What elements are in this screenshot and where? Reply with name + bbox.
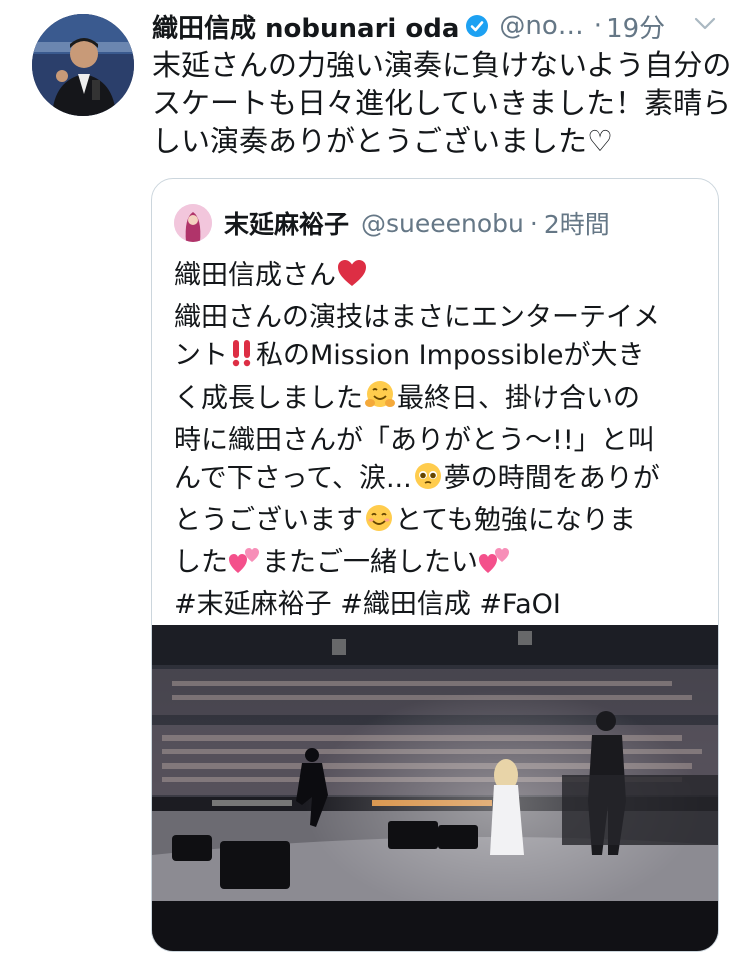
- quoted-author-handle: @sueeenobu: [361, 208, 524, 238]
- tweet-timestamp[interactable]: 19分: [606, 8, 665, 45]
- smiling-face-emoji-icon: [363, 503, 395, 544]
- text-line: 織田さんの演技はまさにエンターテイメ: [174, 299, 704, 337]
- chevron-down-icon[interactable]: [692, 14, 718, 34]
- text-line: 時に織田さんが「ありがとう〜!!」と叫: [174, 422, 704, 460]
- text-segment: した: [174, 547, 228, 578]
- text-segment: んで下さって、涙...: [174, 463, 412, 494]
- text-segment: とても勉強になりま: [395, 505, 636, 536]
- text-line: とうございます とても勉強になりま: [174, 502, 704, 544]
- quoted-tweet-text: 織田信成さん 織田さんの演技はまさにエンターテイメ ント 私のMission Im…: [174, 257, 704, 624]
- author-avatar[interactable]: [32, 14, 134, 116]
- text-segment: 織田信成さん: [174, 260, 336, 291]
- text-segment: 私のMission Impossibleが大き: [256, 340, 645, 371]
- quoted-tweet[interactable]: 末延麻裕子 @sueeenobu · 2時間 織田信成さん 織田さんの演技はまさ…: [151, 178, 719, 952]
- tweet-header: 織田信成 nobunari oda @no… · 19分: [152, 6, 732, 46]
- text-segment: 時に織田さんが「ありがとう〜!!」と叫: [174, 425, 655, 456]
- tweet-text: 末延さんの力強い演奏に負けないよう自分の スケートも日々進化していきました！素晴…: [152, 48, 732, 158]
- red-heart-emoji-icon: [336, 258, 368, 299]
- text-line: んで下さって、涙... 夢の時間をありが: [174, 460, 704, 502]
- separator-dot: ·: [529, 208, 538, 238]
- text-line: した またご一緒したい: [174, 544, 704, 586]
- pleading-face-emoji-icon: [412, 461, 444, 502]
- text-line: ント 私のMission Impossibleが大き: [174, 337, 704, 379]
- text-segment: 最終日、掛け合いの: [397, 383, 640, 414]
- two-hearts-emoji-icon: [228, 545, 262, 586]
- text-segment: く成長しました: [174, 383, 363, 414]
- hugging-face-emoji-icon: [363, 379, 397, 422]
- text-segment: 織田さんの演技はまさにエンターテイメ: [174, 302, 660, 333]
- quoted-tweet-header: 末延麻裕子 @sueeenobu · 2時間: [174, 203, 610, 243]
- separator-dot: ·: [593, 11, 603, 41]
- hashtags[interactable]: #末延麻裕子 #織田信成 #FaOI: [174, 586, 704, 624]
- text-line: く成長しました 最終日、掛け合いの: [174, 379, 704, 422]
- text-segment: またご一緒したい: [262, 547, 478, 578]
- tweet: 織田信成 nobunari oda @no… · 19分 末延さんの力強い演奏に…: [0, 0, 750, 962]
- quoted-author-avatar: [174, 204, 212, 242]
- text-segment: ント: [174, 340, 228, 371]
- text-segment: 夢の時間をありが: [443, 463, 660, 494]
- double-exclamation-emoji-icon: [228, 338, 256, 379]
- quoted-tweet-timestamp: 2時間: [543, 210, 610, 239]
- quoted-tweet-photo[interactable]: [152, 625, 718, 951]
- text-line: 織田信成さん: [174, 257, 704, 299]
- two-hearts-emoji-icon: [478, 545, 512, 586]
- author-handle[interactable]: @no…: [499, 11, 583, 41]
- text-segment: とうございます: [174, 505, 363, 536]
- quoted-author-name: 末延麻裕子: [224, 210, 350, 239]
- verified-badge-icon: [465, 14, 489, 38]
- author-name[interactable]: 織田信成 nobunari oda: [152, 8, 459, 45]
